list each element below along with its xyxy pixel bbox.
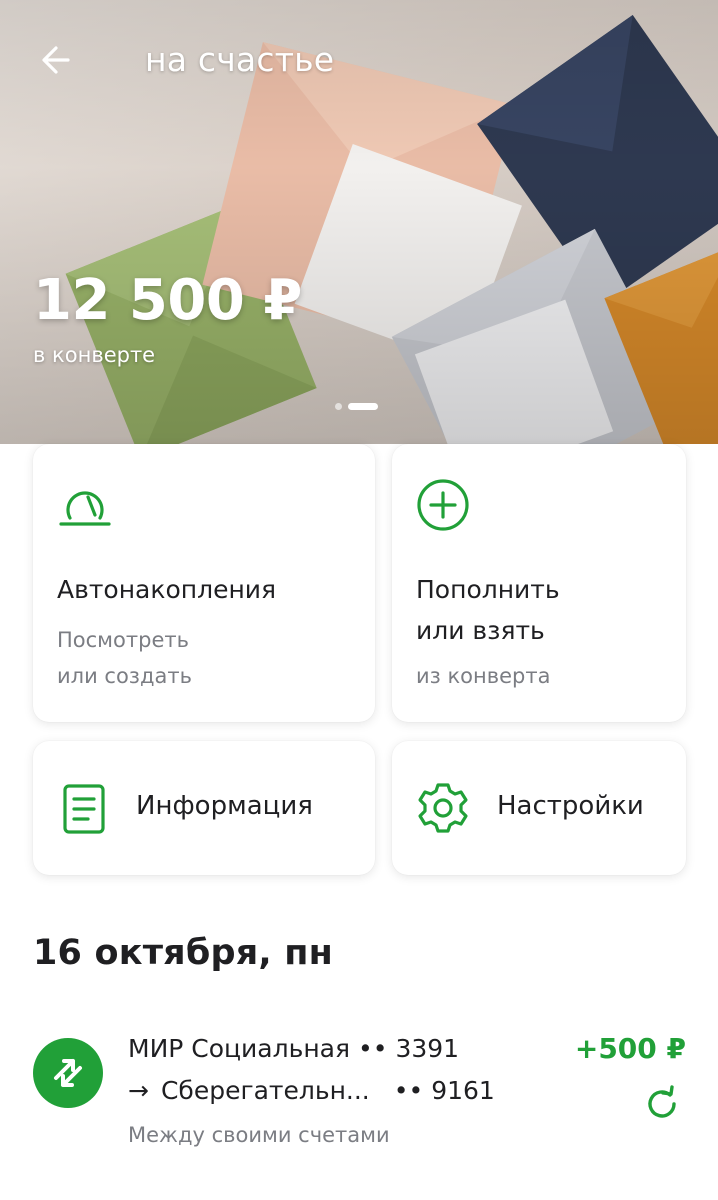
autosave-card[interactable]: Автонакопления Посмотреть или создать bbox=[33, 444, 375, 722]
transaction-row[interactable]: МИР Социальная •• 3391 → Сберегательн...… bbox=[0, 1010, 718, 1160]
pager-dot[interactable] bbox=[335, 403, 342, 410]
balance-caption: в конверте bbox=[33, 343, 156, 367]
pager-dot-active[interactable] bbox=[348, 403, 378, 410]
to-account-mask: •• 9161 bbox=[393, 1076, 495, 1105]
plus-circle-icon bbox=[417, 479, 469, 531]
transaction-description: Между своими счетами bbox=[128, 1123, 390, 1147]
info-card[interactable]: Информация bbox=[33, 741, 375, 875]
transfer-arrows-icon bbox=[54, 1059, 82, 1087]
envelope-title: на счастье bbox=[145, 40, 335, 79]
from-account-name: МИР Социальная bbox=[128, 1034, 351, 1063]
envelope-header: на счастье 12 500 ₽ в конверте bbox=[0, 0, 718, 478]
back-button[interactable] bbox=[30, 34, 82, 86]
topup-sub: из конверта bbox=[416, 664, 551, 688]
transaction-from: МИР Социальная •• 3391 bbox=[128, 1034, 459, 1063]
envelope-balance: 12 500 ₽ bbox=[33, 268, 302, 333]
autosave-sub-line2: или создать bbox=[57, 664, 192, 688]
gear-icon bbox=[418, 783, 468, 833]
info-label: Информация bbox=[136, 791, 313, 821]
topup-title-line2: или взять bbox=[416, 616, 545, 645]
image-pager[interactable] bbox=[335, 403, 378, 410]
gauge-icon bbox=[59, 491, 111, 526]
autosave-sub-line1: Посмотреть bbox=[57, 628, 189, 652]
arrow-left-icon bbox=[42, 46, 70, 74]
topup-card[interactable]: Пополнить или взять из конверта bbox=[392, 444, 686, 722]
transfer-arrow: → bbox=[128, 1076, 149, 1105]
repeat-transfer-button[interactable] bbox=[640, 1082, 684, 1126]
topup-title-line1: Пополнить bbox=[416, 575, 560, 604]
transaction-to: → Сберегательн... •• 9161 bbox=[128, 1076, 495, 1105]
autosave-title: Автонакопления bbox=[57, 575, 277, 604]
repeat-icon bbox=[648, 1085, 676, 1118]
settings-card[interactable]: Настройки bbox=[392, 741, 686, 875]
history-date-header: 16 октября, пн bbox=[33, 933, 334, 973]
document-icon bbox=[63, 784, 105, 834]
from-account-mask: •• 3391 bbox=[358, 1034, 460, 1063]
settings-label: Настройки bbox=[497, 791, 644, 821]
transaction-avatar bbox=[33, 1038, 103, 1108]
transaction-amount: +500 ₽ bbox=[574, 1032, 686, 1065]
to-account-name: Сберегательн... bbox=[160, 1076, 370, 1105]
